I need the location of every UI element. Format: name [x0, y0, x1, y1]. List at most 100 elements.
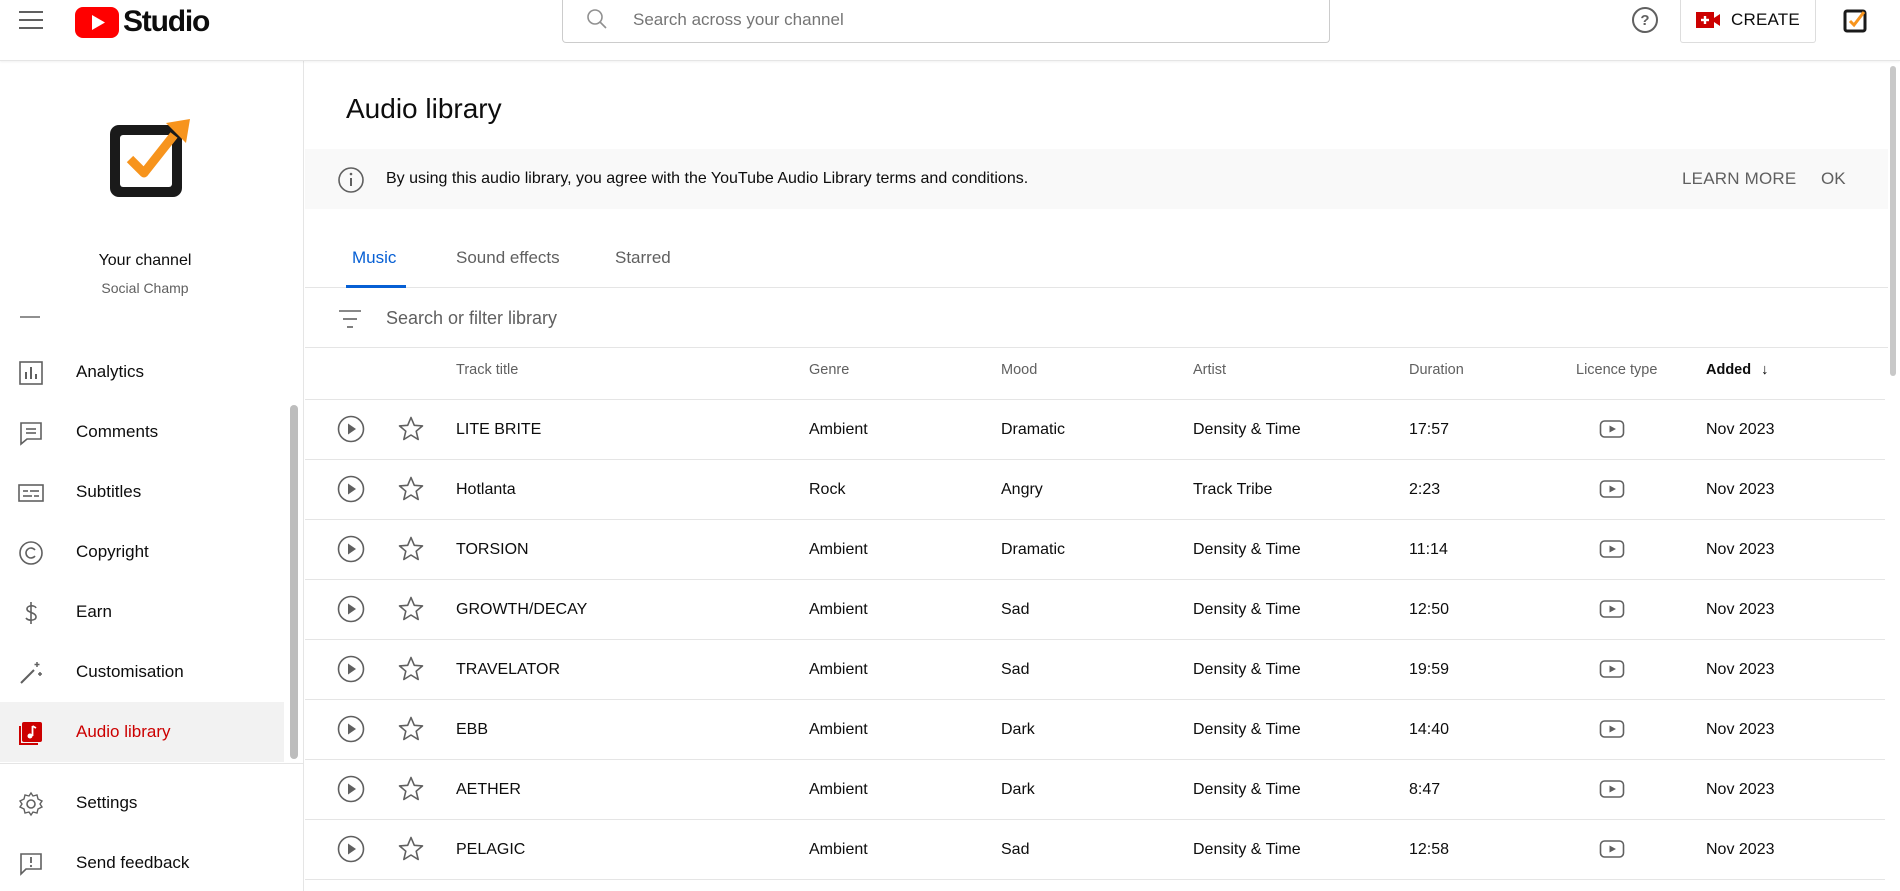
sidebar-item-subtitles[interactable]: Subtitles — [0, 462, 284, 522]
star-icon[interactable] — [397, 535, 425, 563]
sidebar-item-label: Comments — [76, 422, 159, 441]
youtube-licence-icon — [1599, 780, 1625, 798]
tab-sound-effects[interactable]: Sound effects — [456, 248, 560, 285]
sidebar-item-label: Copyright — [76, 542, 149, 561]
channel-name: Your channel — [98, 252, 192, 269]
filter-icon[interactable] — [337, 308, 363, 330]
sidebar-item-send-feedback[interactable]: Send feedback — [0, 833, 284, 891]
column-header-added[interactable]: Added ↓ — [1706, 362, 1768, 378]
play-icon[interactable] — [337, 835, 365, 863]
star-icon[interactable] — [397, 775, 425, 803]
track-genre: Ambient — [809, 421, 868, 438]
track-artist: Density & Time — [1193, 421, 1301, 438]
column-header-licence-type: Licence type — [1576, 362, 1658, 378]
table-row[interactable]: PELAGIC Ambient Sad Density & Time 12:58… — [305, 820, 1885, 880]
active-tab-indicator — [346, 285, 406, 288]
track-mood: Dark — [1001, 781, 1035, 798]
sidebar-item-copyright[interactable]: Copyright — [0, 522, 284, 582]
play-icon[interactable] — [337, 775, 365, 803]
create-button[interactable]: CREATE — [1680, 0, 1816, 43]
sidebar-item-analytics[interactable]: Analytics — [0, 342, 284, 402]
divider — [0, 763, 303, 764]
terms-notice: By using this audio library, you agree w… — [305, 149, 1888, 209]
play-icon[interactable] — [337, 535, 365, 563]
channel-subtitle: Social Champ — [101, 280, 189, 296]
table-row[interactable]: TORSION Ambient Dramatic Density & Time … — [305, 520, 1885, 580]
play-icon[interactable] — [337, 655, 365, 683]
table-row[interactable]: AETHER Ambient Dark Density & Time 8:47 … — [305, 760, 1885, 820]
added-header-label: Added — [1706, 362, 1752, 378]
track-duration: 19:59 — [1409, 661, 1450, 678]
table-row[interactable]: EBB Ambient Dark Density & Time 14:40 No… — [305, 700, 1885, 760]
account-avatar[interactable] — [1843, 7, 1869, 33]
sidebar: Your channel Social Champ Analytics Comm… — [0, 61, 304, 891]
sidebar-item-label: Customisation — [76, 662, 184, 681]
track-duration: 11:14 — [1409, 541, 1448, 558]
column-header-artist: Artist — [1193, 362, 1227, 378]
page-title: Audio library — [346, 93, 502, 124]
play-icon[interactable] — [337, 595, 365, 623]
track-title: EBB — [456, 721, 489, 738]
table-row[interactable]: GROWTH/DECAY Ambient Sad Density & Time … — [305, 580, 1885, 640]
star-icon[interactable] — [397, 415, 425, 443]
table-row[interactable]: Hotlanta Rock Angry Track Tribe 2:23 Nov… — [305, 460, 1885, 520]
track-mood: Dramatic — [1001, 541, 1066, 558]
sidebar-item-earn[interactable]: Earn — [0, 582, 284, 642]
learn-more-button[interactable]: LEARN MORE — [1682, 169, 1796, 189]
sidebar-item-label: Audio library — [76, 722, 171, 741]
play-icon[interactable] — [337, 715, 365, 743]
track-added: Nov 2023 — [1706, 541, 1775, 558]
track-artist: Density & Time — [1193, 721, 1301, 738]
youtube-licence-icon — [1599, 480, 1625, 498]
star-icon[interactable] — [397, 715, 425, 743]
table-row[interactable]: TRAVELATOR Ambient Sad Density & Time 19… — [305, 640, 1885, 700]
track-genre: Rock — [809, 481, 846, 498]
search-icon — [587, 9, 607, 29]
hamburger-icon[interactable] — [19, 9, 43, 31]
star-icon[interactable] — [397, 655, 425, 683]
sidebar-item-settings[interactable]: Settings — [0, 773, 284, 833]
sidebar-item-customisation[interactable]: Customisation — [0, 642, 284, 702]
tab-music[interactable]: Music — [352, 248, 396, 285]
page-scrollbar[interactable] — [1890, 66, 1896, 376]
track-artist: Track Tribe — [1193, 481, 1273, 498]
sidebar-scrollbar[interactable] — [290, 405, 298, 759]
notice-text: By using this audio library, you agree w… — [386, 170, 1029, 187]
star-icon[interactable] — [397, 475, 425, 503]
track-duration: 12:50 — [1409, 601, 1450, 618]
sidebar-item-audio-library[interactable]: Audio library — [0, 702, 284, 762]
filter-input[interactable]: Search or filter library — [386, 308, 557, 329]
play-icon[interactable] — [337, 415, 365, 443]
studio-logo[interactable]: Studio — [75, 5, 210, 39]
ok-button[interactable]: OK — [1821, 169, 1846, 189]
filter-bar[interactable]: Search or filter library — [305, 289, 1888, 348]
star-icon[interactable] — [397, 835, 425, 863]
column-header-track-title: Track title — [456, 362, 519, 378]
track-mood: Sad — [1001, 841, 1030, 858]
track-title: Hotlanta — [456, 481, 516, 498]
youtube-licence-icon — [1599, 840, 1625, 858]
track-mood: Dark — [1001, 721, 1035, 738]
magic-wand-icon — [20, 662, 42, 684]
search-input[interactable]: Search across your channel — [633, 10, 844, 30]
star-icon[interactable] — [397, 595, 425, 623]
track-duration: 8:47 — [1409, 781, 1441, 798]
channel-search[interactable]: Search across your channel — [562, 0, 1330, 43]
track-added: Nov 2023 — [1706, 721, 1775, 738]
track-title: PELAGIC — [456, 841, 526, 858]
gear-icon — [18, 791, 44, 817]
channel-avatar[interactable] — [104, 113, 194, 203]
youtube-licence-icon — [1599, 720, 1625, 738]
table-row[interactable]: LITE BRITE Ambient Dramatic Density & Ti… — [305, 400, 1885, 460]
sidebar-item-label: Earn — [76, 602, 112, 621]
video-plus-icon — [1696, 12, 1720, 28]
track-added: Nov 2023 — [1706, 781, 1775, 798]
sidebar-item-comments[interactable]: Comments — [0, 402, 284, 462]
tab-starred[interactable]: Starred — [615, 248, 671, 285]
tab-bar: Music Sound effects Starred — [305, 219, 1888, 288]
dashboard-icon — [20, 316, 40, 319]
help-icon[interactable]: ? — [1632, 7, 1658, 33]
track-title: GROWTH/DECAY — [456, 601, 588, 618]
play-icon[interactable] — [337, 475, 365, 503]
top-bar: Studio Search across your channel ? CREA… — [0, 0, 1900, 61]
